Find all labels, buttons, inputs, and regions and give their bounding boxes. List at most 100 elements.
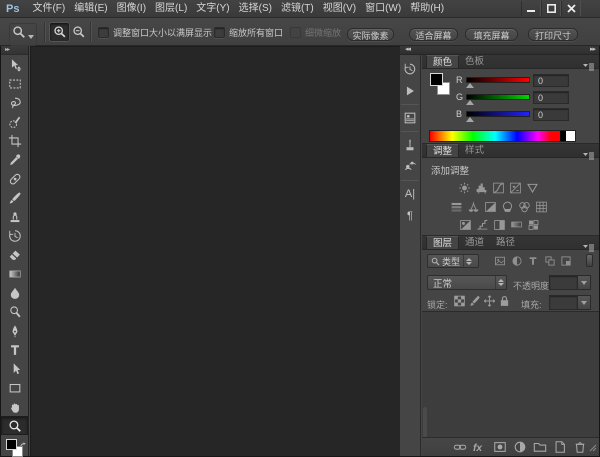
close-button[interactable] <box>561 1 581 16</box>
layer-style-icon[interactable]: fx <box>471 440 488 454</box>
new-adjustment-icon[interactable] <box>511 440 528 454</box>
filter-type-combo[interactable]: 类型 <box>427 254 479 268</box>
g-slider-track[interactable] <box>466 94 530 100</box>
delete-layer-icon[interactable] <box>571 440 588 454</box>
shape-tool[interactable] <box>1 378 28 397</box>
exposure-adjustment-icon[interactable] <box>509 181 522 194</box>
gradient-tool[interactable] <box>1 264 28 283</box>
threshold-adjustment-icon[interactable] <box>493 218 506 231</box>
filter-toggle-switch[interactable] <box>586 254 593 267</box>
zoom-in-button[interactable] <box>50 23 69 41</box>
selective-color-adjustment-icon[interactable] <box>527 218 540 231</box>
brush-panel-panel-icon[interactable] <box>400 134 420 156</box>
menu-item-4[interactable]: 文字(Y) <box>192 0 233 17</box>
crop-tool[interactable] <box>1 131 28 150</box>
b-slider-track[interactable] <box>466 111 530 117</box>
clone-source-panel-icon[interactable] <box>400 156 420 178</box>
actions-panel-icon[interactable] <box>400 80 420 102</box>
menu-item-9[interactable]: 帮助(H) <box>406 0 448 17</box>
adjustment-filter-icon[interactable] <box>511 255 523 267</box>
black-white-adjustment-icon[interactable] <box>484 200 497 213</box>
lock-all-icon[interactable] <box>498 294 511 307</box>
path-select-tool[interactable] <box>1 359 28 378</box>
tab-channels[interactable]: 通道 <box>459 236 490 249</box>
posterize-adjustment-icon[interactable] <box>476 218 489 231</box>
pen-tool[interactable] <box>1 321 28 340</box>
history-brush-tool[interactable] <box>1 226 28 245</box>
photo-filter-adjustment-icon[interactable] <box>501 200 514 213</box>
resize-window-checkbox[interactable] <box>98 27 109 38</box>
healing-tool[interactable] <box>1 169 28 188</box>
zoom-tool[interactable] <box>1 416 28 435</box>
shape-filter-icon[interactable] <box>544 255 556 267</box>
menu-item-6[interactable]: 滤镜(T) <box>277 0 318 17</box>
smart-filter-icon[interactable] <box>560 255 572 267</box>
channel-mixer-adjustment-icon[interactable] <box>518 200 531 213</box>
panel-resize-grip[interactable] <box>589 439 597 457</box>
fit-screen-button[interactable]: 适合屏幕 <box>409 28 458 41</box>
fill-dropdown-arrow[interactable] <box>578 295 591 310</box>
layers-list[interactable] <box>422 311 599 437</box>
menu-item-8[interactable]: 窗口(W) <box>361 0 405 17</box>
maximize-button[interactable] <box>541 1 561 16</box>
vibrance-adjustment-icon[interactable] <box>526 181 539 194</box>
new-layer-icon[interactable] <box>551 440 568 454</box>
opacity-input[interactable] <box>549 275 578 290</box>
foreground-color-swatch[interactable] <box>6 439 17 450</box>
g-slider-thumb[interactable] <box>466 100 474 105</box>
zoom-out-button[interactable] <box>69 23 88 41</box>
expand-icon-strip[interactable]: ◂◂ <box>405 46 410 54</box>
move-tool[interactable] <box>1 55 28 74</box>
tab-adjustments[interactable]: 调整 <box>426 144 459 157</box>
marquee-tool[interactable] <box>1 74 28 93</box>
zoom-all-windows-checkbox[interactable] <box>214 27 225 38</box>
lasso-tool[interactable] <box>1 93 28 112</box>
lock-position-icon[interactable] <box>483 294 496 307</box>
r-value-input[interactable]: 0 <box>533 74 569 87</box>
curves-adjustment-icon[interactable] <box>492 181 505 194</box>
fill-input[interactable] <box>549 295 578 310</box>
print-size-button[interactable]: 打印尺寸 <box>528 28 578 41</box>
new-group-icon[interactable] <box>531 440 548 454</box>
menu-item-3[interactable]: 图层(L) <box>151 0 191 17</box>
paragraph-panel-icon[interactable]: ¶ <box>400 205 420 227</box>
lock-pixels-icon[interactable] <box>468 294 481 307</box>
tab-paths[interactable]: 路径 <box>490 236 521 249</box>
menu-item-0[interactable]: 文件(F) <box>28 0 69 17</box>
properties-panel-icon[interactable] <box>400 107 420 129</box>
quick-select-tool[interactable] <box>1 112 28 131</box>
tab-layers[interactable]: 图层 <box>426 236 459 249</box>
invert-adjustment-icon[interactable] <box>459 218 472 231</box>
gradient-map-adjustment-icon[interactable] <box>510 218 523 231</box>
b-value-input[interactable]: 0 <box>533 108 569 121</box>
hue-saturation-adjustment-icon[interactable] <box>450 200 463 213</box>
b-slider-thumb[interactable] <box>466 117 474 122</box>
minimize-button[interactable] <box>521 1 541 16</box>
tools-palette-collapse[interactable]: ▸▸ <box>1 46 28 55</box>
pixel-filter-icon[interactable] <box>494 255 506 267</box>
link-layers-icon[interactable] <box>451 440 468 454</box>
r-slider-track[interactable] <box>466 77 530 83</box>
r-slider-thumb[interactable] <box>466 83 474 88</box>
dodge-tool[interactable] <box>1 302 28 321</box>
collapse-panels[interactable]: ▸▸ <box>590 46 595 54</box>
eraser-tool[interactable] <box>1 245 28 264</box>
menu-item-1[interactable]: 编辑(E) <box>70 0 111 17</box>
g-value-input[interactable]: 0 <box>533 91 569 104</box>
type-tool[interactable] <box>1 340 28 359</box>
lock-transparent-icon[interactable] <box>453 294 466 307</box>
fill-screen-button[interactable]: 填充屏幕 <box>465 28 518 41</box>
layer-mask-icon[interactable] <box>491 440 508 454</box>
tab-swatches[interactable]: 色板 <box>459 55 490 68</box>
blur-tool[interactable] <box>1 283 28 302</box>
type-filter-icon[interactable] <box>527 255 539 267</box>
menu-item-5[interactable]: 选择(S) <box>235 0 276 17</box>
hand-tool[interactable] <box>1 397 28 416</box>
color-balance-adjustment-icon[interactable] <box>467 200 480 213</box>
tool-preset-picker[interactable] <box>9 23 37 46</box>
blend-mode-combo[interactable]: 正常 <box>427 275 507 290</box>
panel-drag-grip[interactable] <box>423 407 427 438</box>
color-lookup-adjustment-icon[interactable] <box>535 200 548 213</box>
tab-color[interactable]: 颜色 <box>426 55 459 68</box>
history-panel-icon[interactable] <box>400 58 420 80</box>
